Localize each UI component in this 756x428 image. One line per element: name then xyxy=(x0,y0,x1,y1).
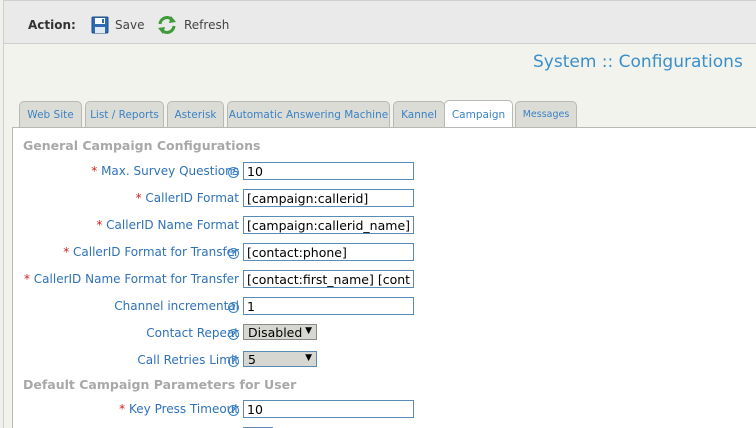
row-callerid-name-format-transfer: * CallerID Name Format for Transfer xyxy=(13,269,756,289)
section-title-defaults: Default Campaign Parameters for User xyxy=(23,377,297,392)
max-survey-questions-label: * Max. Survey Questions xyxy=(91,164,239,178)
max-survey-questions-input[interactable] xyxy=(243,162,414,180)
row-callerid-format: * CallerID Format xyxy=(13,188,756,208)
key-press-timeout-input[interactable] xyxy=(243,400,414,418)
help-icon[interactable]: ? xyxy=(228,302,239,313)
refresh-button[interactable]: Refresh xyxy=(156,14,229,36)
callerid-name-format-label: * CallerID Name Format xyxy=(96,218,239,232)
contact-repeat-select[interactable]: Disabled ▼ xyxy=(243,324,317,340)
page-title: System :: Configurations xyxy=(533,52,743,72)
row-max-survey-questions: * Max. Survey Questions ? xyxy=(13,161,756,181)
call-retries-limit-select[interactable]: 5 ▼ xyxy=(243,351,317,367)
call-retries-limit-label: Call Retries Limit xyxy=(137,353,239,367)
required-marker: * xyxy=(135,191,142,205)
callerid-format-transfer-input[interactable] xyxy=(243,243,414,261)
channel-incremental-label: Channel incremental xyxy=(114,299,239,313)
required-marker: * xyxy=(119,402,126,416)
help-icon[interactable]: ? xyxy=(228,167,239,178)
floppy-disk-icon xyxy=(91,16,109,34)
help-icon[interactable]: ? xyxy=(228,405,239,416)
callerid-name-format-transfer-label: * CallerID Name Format for Transfer xyxy=(23,272,239,286)
campaign-panel: General Campaign Configurations * Max. S… xyxy=(12,127,756,428)
dropdown-arrow-icon: ▼ xyxy=(305,353,312,363)
tab-web-site[interactable]: Web Site xyxy=(19,101,82,127)
help-icon[interactable]: ? xyxy=(228,248,239,259)
required-marker: * xyxy=(23,272,30,286)
help-icon[interactable]: ? xyxy=(228,329,239,340)
row-key-press-timeout: * Key Press Timeout ? xyxy=(13,399,756,419)
callerid-name-format-input[interactable] xyxy=(243,216,414,234)
contact-repeat-label: Contact Repeat xyxy=(146,326,239,340)
tab-messages[interactable]: Messages xyxy=(515,101,577,127)
callerid-name-format-transfer-input[interactable] xyxy=(243,270,414,288)
tab-kannel[interactable]: Kannel xyxy=(393,101,445,127)
contact-repeat-value: Disabled xyxy=(248,324,303,340)
row-call-retries-limit: Call Retries Limit ? 5 ▼ xyxy=(13,350,756,370)
row-callerid-format-transfer: * CallerID Format for Transfer ? xyxy=(13,242,756,262)
main-area: System :: Configurations Web Site List /… xyxy=(3,44,756,428)
tab-asterisk[interactable]: Asterisk xyxy=(167,101,224,127)
refresh-label: Refresh xyxy=(184,18,230,32)
callerid-format-input[interactable] xyxy=(243,189,414,207)
required-marker: * xyxy=(63,245,70,259)
call-retries-limit-value: 5 xyxy=(248,351,256,367)
callerid-format-label: * CallerID Format xyxy=(135,191,239,205)
tab-automatic-answering-machine[interactable]: Automatic Answering Machine xyxy=(227,101,390,127)
row-contact-repeat: Contact Repeat ? Disabled ▼ xyxy=(13,323,756,343)
required-marker: * xyxy=(91,164,98,178)
tab-campaign[interactable]: Campaign xyxy=(444,100,513,128)
key-press-timeout-label: * Key Press Timeout xyxy=(119,402,239,416)
section-title-general: General Campaign Configurations xyxy=(23,138,261,153)
callerid-format-transfer-label: * CallerID Format for Transfer xyxy=(63,245,239,259)
save-label: Save xyxy=(115,18,145,32)
channel-incremental-input[interactable] xyxy=(243,297,414,315)
row-callerid-name-format: * CallerID Name Format xyxy=(13,215,756,235)
action-toolbar: Action: Save Refresh xyxy=(3,0,756,44)
save-button[interactable]: Save xyxy=(91,14,144,36)
action-label: Action: xyxy=(28,18,76,32)
help-icon[interactable]: ? xyxy=(228,356,239,367)
tab-list-reports[interactable]: List / Reports xyxy=(85,101,164,127)
dropdown-arrow-icon: ▼ xyxy=(305,326,312,336)
refresh-icon xyxy=(156,14,178,36)
row-channel-incremental: Channel incremental ? xyxy=(13,296,756,316)
required-marker: * xyxy=(96,218,103,232)
